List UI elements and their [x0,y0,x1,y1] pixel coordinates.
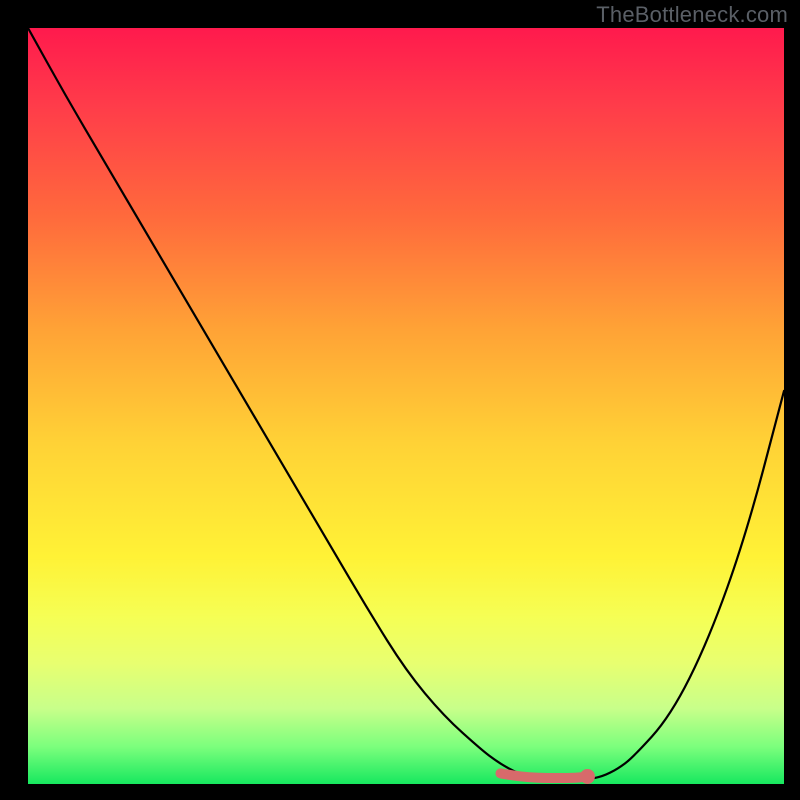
curve-path [28,28,784,780]
chart-frame: TheBottleneck.com [0,0,800,800]
highlight-path [501,773,588,778]
highlight-end-dot [580,769,595,784]
plot-area [28,28,784,784]
bottleneck-curve [28,28,784,784]
watermark-text: TheBottleneck.com [596,2,788,28]
